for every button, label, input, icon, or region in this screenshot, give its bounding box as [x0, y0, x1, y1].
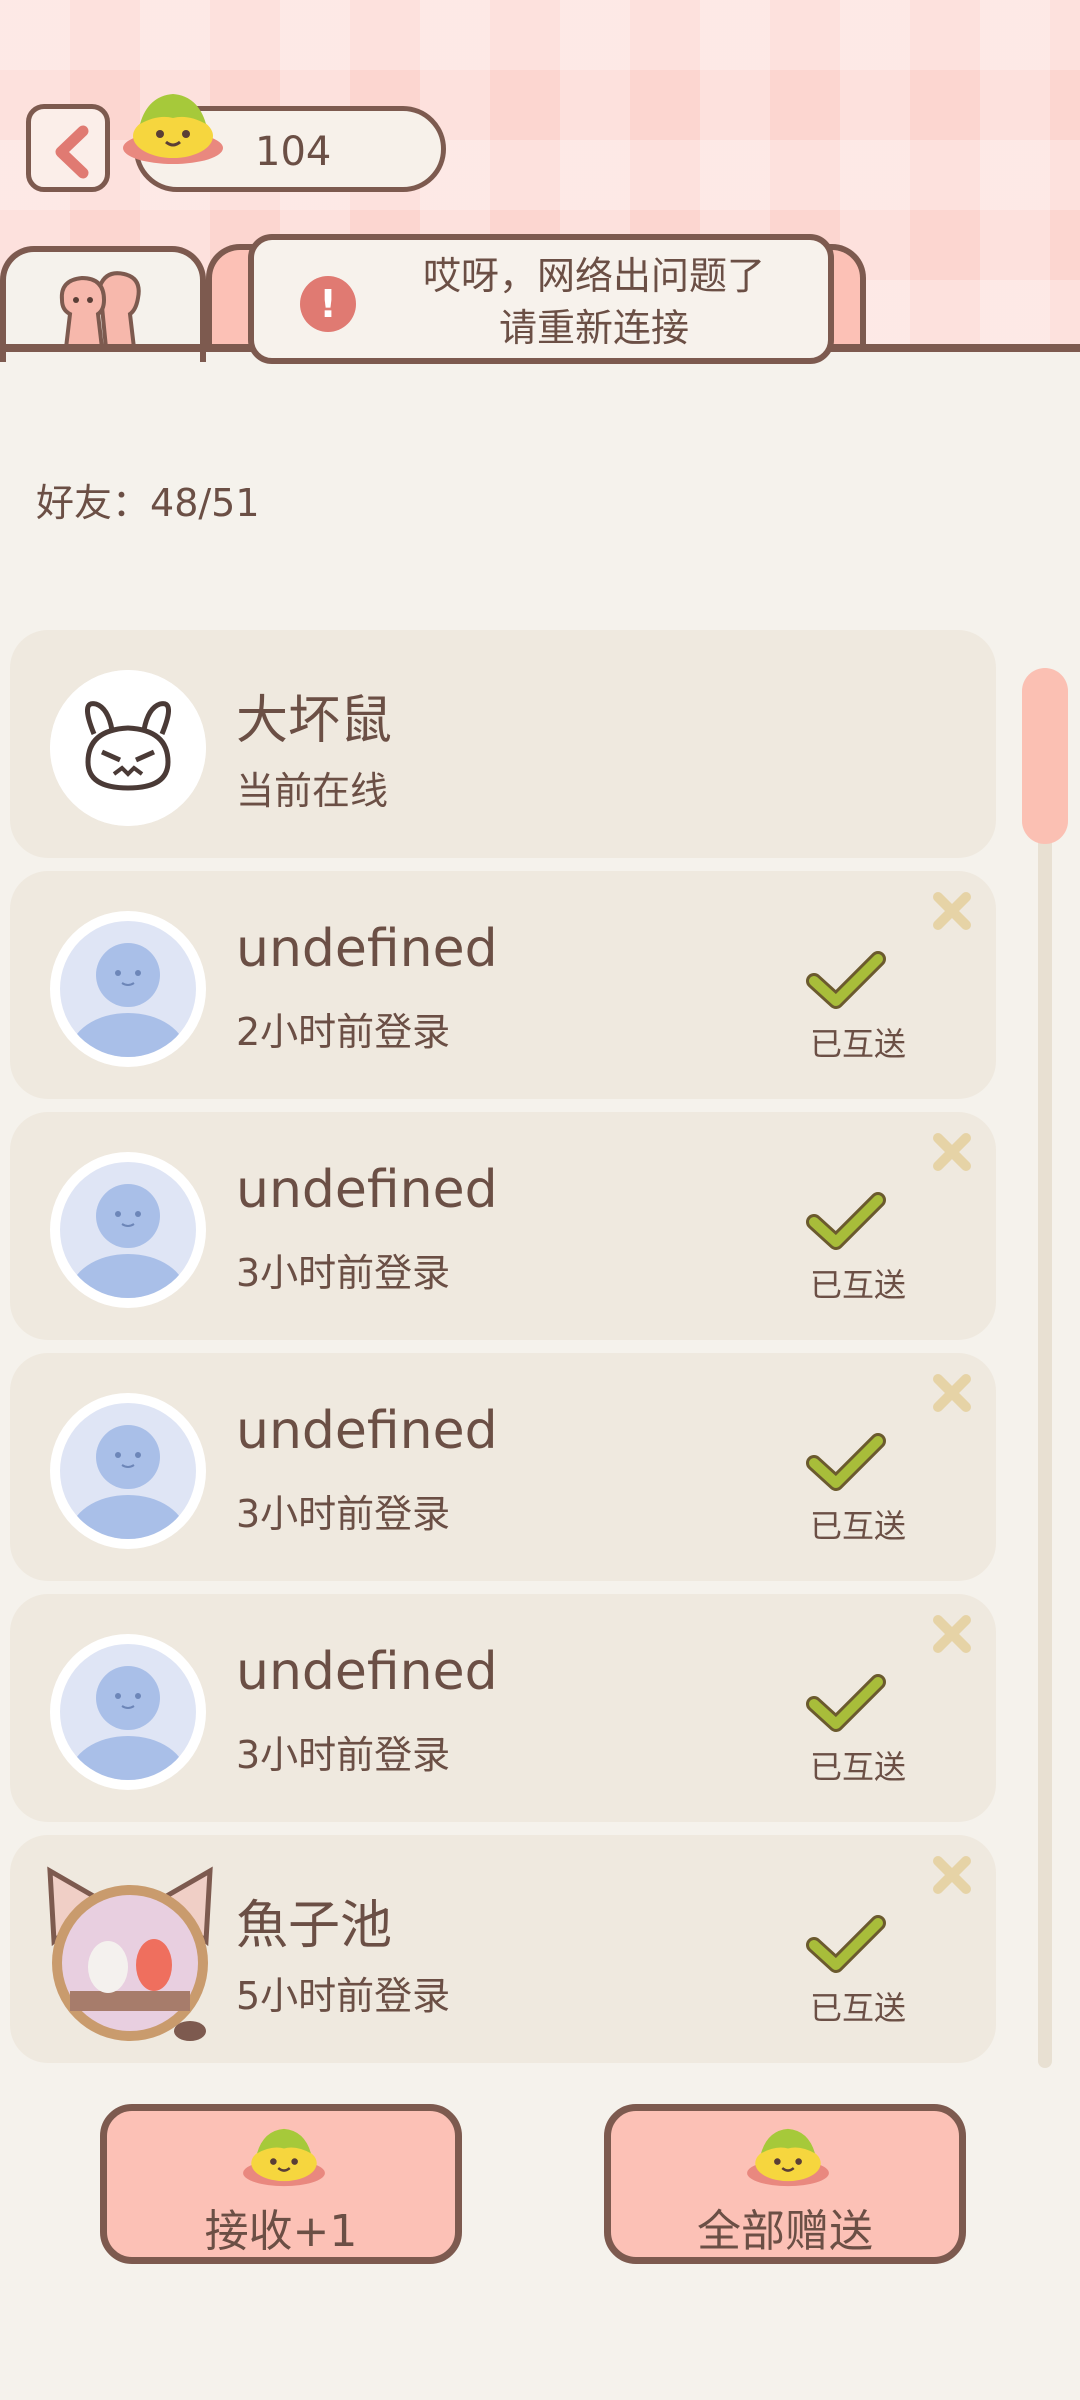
friend-status: 当前在线: [236, 769, 389, 813]
sent-status-label: 已互送: [810, 1507, 907, 1545]
friend-name: undefined: [236, 1401, 498, 1461]
give-all-button[interactable]: 全部赠送: [604, 2104, 966, 2264]
avatar[interactable]: [50, 1393, 206, 1549]
sent-status-label: 已互送: [810, 1748, 907, 1786]
friend-card[interactable]: undefined 3小时前登录 已互送: [10, 1353, 996, 1581]
avatar[interactable]: [50, 1152, 206, 1308]
friend-name: 魚子池: [236, 1896, 393, 1956]
remove-friend-icon[interactable]: [930, 1853, 974, 1897]
network-error-toast: ! 哎呀，网络出问题了 请重新连接: [248, 234, 834, 364]
default-avatar-icon: [70, 1425, 186, 1539]
default-avatar-icon: [70, 943, 186, 1057]
sent-status-label: 已互送: [810, 1266, 907, 1304]
alert-icon: !: [300, 276, 356, 332]
friend-count: 好友：48/51: [36, 472, 260, 527]
chevron-left-icon: [55, 125, 89, 179]
friend-card[interactable]: 魚子池 5小时前登录 已互送: [10, 1835, 996, 2063]
scrollbar-thumb[interactable]: [1022, 668, 1068, 844]
sent-check-icon: [806, 1192, 886, 1250]
friend-status: 5小时前登录: [236, 1974, 451, 2018]
sent-check-icon: [806, 1433, 886, 1491]
default-avatar-icon: [70, 1184, 186, 1298]
friend-status: 3小时前登录: [236, 1251, 451, 1295]
receive-button[interactable]: 接收+1: [100, 2104, 462, 2264]
green-slime-icon: [243, 2128, 325, 2187]
receive-button-label: 接收+1: [204, 2206, 358, 2257]
friend-status: 3小时前登录: [236, 1492, 451, 1536]
default-avatar-icon: [70, 1666, 186, 1780]
avatar[interactable]: [50, 670, 206, 826]
scrollbar-track[interactable]: [1038, 668, 1052, 2068]
friend-count-label: 好友：: [36, 481, 151, 525]
sent-status-label: 已互送: [810, 1025, 907, 1063]
friend-name: undefined: [236, 1160, 498, 1220]
friend-status: 2小时前登录: [236, 1010, 451, 1054]
toast-line-1: 哎呀，网络出问题了: [422, 254, 765, 298]
friend-count-value: 48/51: [150, 481, 260, 525]
friend-card[interactable]: undefined 3小时前登录 已互送: [10, 1112, 996, 1340]
green-slime-icon: [123, 94, 223, 164]
avatar[interactable]: [50, 911, 206, 1067]
sent-check-icon: [806, 1674, 886, 1732]
remove-friend-icon[interactable]: [930, 1612, 974, 1656]
friend-card[interactable]: undefined 3小时前登录 已互送: [10, 1594, 996, 1822]
sent-check-icon: [806, 951, 886, 1009]
toast-message: 哎呀，网络出问题了 请重新连接: [374, 250, 814, 354]
currency-value: 104: [255, 129, 332, 175]
back-button[interactable]: [26, 104, 110, 192]
friend-list: 大坏鼠 当前在线 undefined 2小时前登录 已互送 undefined …: [10, 630, 996, 2076]
remove-friend-icon[interactable]: [930, 889, 974, 933]
remove-friend-icon[interactable]: [930, 1371, 974, 1415]
give-all-button-label: 全部赠送: [697, 2206, 873, 2257]
friend-name: undefined: [236, 919, 498, 979]
cat-photo-avatar[interactable]: [40, 1861, 220, 2045]
friend-name: 大坏鼠: [236, 691, 393, 751]
remove-friend-icon[interactable]: [930, 1130, 974, 1174]
sent-status-label: 已互送: [810, 1989, 907, 2027]
toast-line-2: 请重新连接: [498, 306, 689, 350]
friend-card[interactable]: 大坏鼠 当前在线: [10, 630, 996, 858]
rabbit-avatar-icon: [50, 670, 206, 826]
friend-status: 3小时前登录: [236, 1733, 451, 1777]
friend-card[interactable]: undefined 2小时前登录 已互送: [10, 871, 996, 1099]
toast-friends-icon: [59, 271, 141, 350]
avatar[interactable]: [50, 1634, 206, 1790]
sent-check-icon: [806, 1915, 886, 1973]
friend-name: undefined: [236, 1642, 498, 1702]
green-slime-icon: [747, 2128, 829, 2187]
